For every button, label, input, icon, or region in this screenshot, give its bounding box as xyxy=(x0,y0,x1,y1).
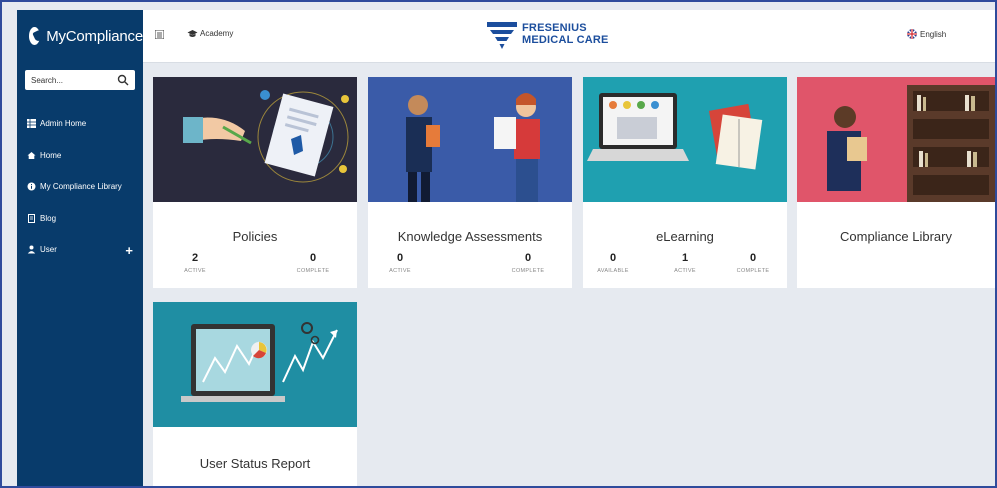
sidebar-item-user[interactable]: User + xyxy=(17,234,143,266)
card-title: Compliance Library xyxy=(840,229,952,244)
knowledge-illustration xyxy=(368,77,572,202)
language-label: English xyxy=(920,29,947,39)
stat-available: 0 AVAILABLE xyxy=(583,252,643,274)
policies-illustration xyxy=(153,77,357,202)
card-elearning[interactable]: eLearning 0 AVAILABLE 1 ACTIVE 0 COMPLET… xyxy=(583,77,787,288)
stat-active: 0 ACTIVE xyxy=(370,252,430,274)
stat-value: 0 xyxy=(749,252,757,264)
sidebar-item-label: User xyxy=(40,245,57,255)
card-title: eLearning xyxy=(656,229,714,244)
card-compliance-library[interactable]: Compliance Library xyxy=(797,77,995,288)
stat-label: COMPLETE xyxy=(736,268,770,274)
language-selector[interactable]: English xyxy=(907,29,946,39)
app-frame: MyCompliance Admin Home Home My Complian… xyxy=(0,0,997,488)
stat-label: ACTIVE xyxy=(389,268,411,274)
card-title: User Status Report xyxy=(199,456,311,471)
stat-label: COMPLETE xyxy=(511,268,545,274)
sidebar: MyCompliance Admin Home Home My Complian… xyxy=(17,10,143,486)
stat-active: 2 ACTIVE xyxy=(175,252,215,274)
stat-value: 0 xyxy=(524,252,532,264)
logo-line-1: FRESENIUS xyxy=(522,22,587,34)
card-user-status-report[interactable]: User Status Report xyxy=(153,302,357,486)
stat-complete: 0 COMPLETE xyxy=(283,252,343,274)
grid-icon xyxy=(27,119,36,129)
academy-label: Academy xyxy=(200,29,234,38)
report-illustration xyxy=(153,302,357,427)
stat-label: COMPLETE xyxy=(296,268,330,274)
card-title: Knowledge Assessments xyxy=(397,229,543,244)
uk-flag-icon xyxy=(907,29,917,39)
sidebar-item-label: Admin Home xyxy=(40,119,87,129)
fresenius-logo-icon xyxy=(487,22,517,49)
sidebar-item-label: Blog xyxy=(40,213,57,223)
document-icon xyxy=(28,213,35,223)
home-icon xyxy=(27,151,36,159)
graduation-cap-icon xyxy=(187,30,198,37)
stat-active: 1 ACTIVE xyxy=(655,252,715,274)
stat-label: ACTIVE xyxy=(674,268,696,274)
fresenius-logo: FRESENIUS MEDICAL CARE xyxy=(487,22,609,50)
sidebar-item-label: Home xyxy=(40,150,62,160)
elearning-illustration xyxy=(583,77,787,202)
brand-name: MyCompliance xyxy=(46,27,143,45)
sidebar-item-blog[interactable]: Blog xyxy=(17,203,143,235)
brand[interactable]: MyCompliance xyxy=(17,10,143,62)
stat-value: 1 xyxy=(681,252,689,264)
stat-label: AVAILABLE xyxy=(597,268,629,274)
sidebar-item-home[interactable]: Home xyxy=(17,140,143,172)
stat-value: 2 xyxy=(191,252,199,264)
sidebar-item-my-compliance-library[interactable]: My Compliance Library xyxy=(17,171,143,203)
mycompliance-logo-icon xyxy=(29,27,41,45)
user-icon xyxy=(27,245,36,254)
card-policies[interactable]: Policies 2 ACTIVE 0 COMPLETE xyxy=(153,77,357,288)
stat-value: 0 xyxy=(309,252,317,264)
search-box xyxy=(25,70,135,90)
logo-line-2: MEDICAL CARE xyxy=(522,34,609,46)
academy-link[interactable]: Academy xyxy=(187,29,233,38)
sidebar-item-label: My Compliance Library xyxy=(40,182,122,192)
expand-plus-icon[interactable]: + xyxy=(125,243,133,258)
search-icon[interactable] xyxy=(117,74,129,86)
search-input[interactable] xyxy=(25,71,119,89)
stat-label: ACTIVE xyxy=(184,268,206,274)
library-illustration xyxy=(797,77,995,202)
stat-complete: 0 COMPLETE xyxy=(723,252,783,274)
stat-value: 0 xyxy=(396,252,404,264)
stat-value: 0 xyxy=(609,252,617,264)
info-icon xyxy=(27,182,36,191)
stat-complete: 0 COMPLETE xyxy=(498,252,558,274)
top-bar: Academy FRESENIUS MEDICAL CARE English xyxy=(143,10,995,63)
menu-toggle-icon[interactable] xyxy=(155,30,164,39)
sidebar-nav: Admin Home Home My Compliance Library Bl… xyxy=(17,108,143,266)
card-knowledge-assessments[interactable]: Knowledge Assessments 0 ACTIVE 0 COMPLET… xyxy=(368,77,572,288)
card-title: Policies xyxy=(232,229,278,244)
sidebar-item-admin-home[interactable]: Admin Home xyxy=(17,108,143,140)
